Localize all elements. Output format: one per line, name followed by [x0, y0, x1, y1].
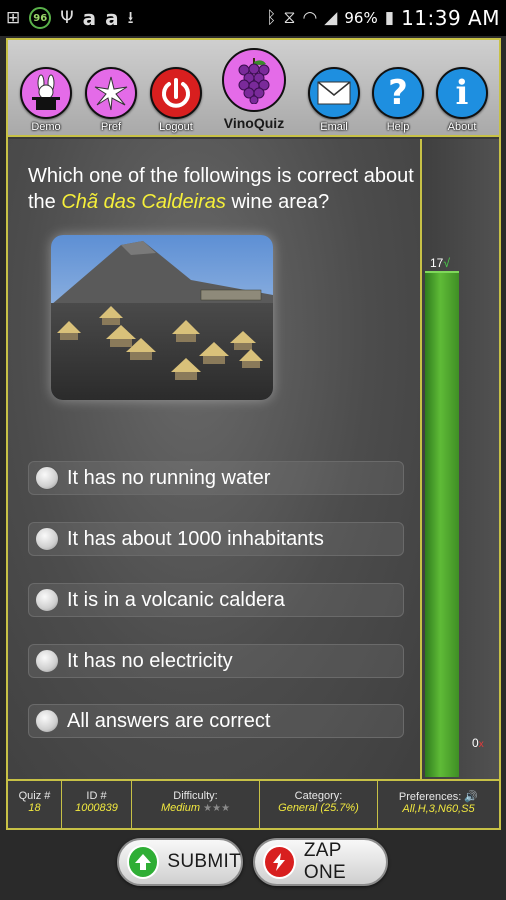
cross-icon: x [478, 739, 484, 750]
correct-count: 17√ [430, 256, 450, 270]
status-left-icons: ⊞ 96 Ψ a a ⭳ [6, 7, 134, 29]
demo-button[interactable]: Demo [14, 67, 78, 133]
question-mark-icon: ? [372, 67, 424, 119]
help-button[interactable]: ? Help [366, 67, 430, 133]
question-suffix: wine area? [225, 191, 330, 213]
email-label: Email [320, 121, 348, 133]
difficulty-cell: Difficulty: Medium ★★★ [132, 781, 260, 828]
status-right-icons: ᛒ ⧖ ◠ ◢ 96% ▮ 11:39 AM [266, 6, 500, 30]
score-column: 17√ 0x [420, 139, 499, 779]
difficulty-value: Medium ★★★ [160, 802, 231, 814]
email-button[interactable]: Email [302, 67, 366, 133]
question-id-label: ID # [86, 790, 107, 802]
quiz-number-cell: Quiz # 18 [8, 781, 62, 828]
quiz-number-label: Quiz # [18, 790, 51, 802]
clock: 11:39 AM [401, 6, 500, 30]
question-id-cell: ID # 1000839 [62, 781, 132, 828]
app-frame: Demo Pref Logout VinoQuiz Email ? Help i… [6, 38, 501, 830]
radio-button[interactable] [35, 588, 59, 612]
question-id-value: 1000839 [75, 802, 118, 814]
preferences-label: Preferences: 🔊 [398, 791, 479, 803]
difficulty-label: Difficulty: [173, 790, 218, 802]
correct-progress-bar [425, 271, 459, 777]
answer-option-5[interactable]: All answers are correct [28, 704, 404, 738]
radio-button[interactable] [35, 527, 59, 551]
category-value: General (25.7%) [278, 802, 359, 814]
wrong-count: 0x [472, 736, 484, 750]
quiz-info-bar: Quiz # 18 ID # 1000839 Difficulty: Mediu… [8, 779, 499, 828]
pref-label: Pref [100, 121, 122, 133]
logout-button[interactable]: Logout [144, 67, 208, 133]
signal-icon: ◢ [324, 7, 338, 28]
envelope-icon [308, 67, 360, 119]
app-title: VinoQuiz [223, 115, 285, 131]
about-label: About [447, 121, 477, 133]
battery-percent: 96% [344, 9, 378, 27]
status-bar: ⊞ 96 Ψ a a ⭳ ᛒ ⧖ ◠ ◢ 96% ▮ 11:39 AM [0, 0, 506, 36]
amazon-icon: a [82, 6, 97, 30]
answer-text: It is in a volcanic caldera [67, 588, 285, 611]
question-text: Which one of the followings is correct a… [28, 163, 418, 215]
grapes-icon [222, 48, 286, 112]
answer-option-4[interactable]: It has no electricity [28, 644, 404, 678]
quiz-number-value: 18 [28, 802, 41, 814]
pref-button[interactable]: Pref [79, 67, 143, 133]
info-icon: i [436, 67, 488, 119]
lightning-icon [263, 845, 296, 879]
usb-icon: Ψ [60, 7, 74, 28]
star-burst-icon [85, 67, 137, 119]
check-icon: √ [443, 256, 450, 270]
battery-icon: ▮ [384, 7, 395, 28]
badge-icon: 96 [29, 7, 52, 29]
answer-option-2[interactable]: It has about 1000 inhabitants [28, 522, 404, 556]
answer-option-1[interactable]: It has no running water [28, 461, 404, 495]
answer-text: It has no running water [67, 466, 271, 489]
bluetooth-icon: ᛒ [266, 7, 277, 28]
logout-label: Logout [159, 121, 193, 133]
up-arrow-icon [127, 845, 160, 879]
category-label: Category: [294, 790, 343, 802]
answer-text: All answers are correct [67, 709, 271, 732]
radio-button[interactable] [35, 709, 59, 733]
bunny-hat-icon [20, 67, 72, 119]
top-toolbar: Demo Pref Logout VinoQuiz Email ? Help i… [8, 40, 499, 137]
help-label: Help [386, 121, 410, 133]
difficulty-stars-icon: ★★★ [203, 803, 231, 814]
answer-text: It has about 1000 inhabitants [67, 527, 324, 550]
vinoquiz-home-button[interactable]: VinoQuiz [219, 48, 289, 131]
amazon-icon: a [105, 6, 119, 30]
question-panel: Which one of the followings is correct a… [8, 139, 420, 779]
zap-label: ZAP ONE [303, 840, 346, 883]
speaker-icon: 🔊 [464, 791, 479, 803]
demo-label: Demo [31, 121, 61, 133]
power-icon [150, 67, 202, 119]
zap-one-button[interactable]: ZAP ONE [253, 838, 388, 886]
about-button[interactable]: i About [430, 67, 494, 133]
mute-icon: ⧖ [283, 7, 296, 28]
question-photo [51, 235, 273, 400]
preferences-value: All,H,3,N60,S5 [402, 803, 475, 815]
submit-button[interactable]: SUBMIT [117, 838, 243, 886]
wifi-icon: ◠ [302, 7, 318, 28]
radio-button[interactable] [35, 649, 59, 673]
question-highlight: Chã das Caldeiras [61, 191, 226, 213]
add-icon: ⊞ [6, 7, 21, 28]
submit-label: SUBMIT [167, 851, 241, 872]
answer-text: It has no electricity [67, 649, 233, 672]
download-icon: ⭳ [127, 7, 134, 28]
category-cell: Category: General (25.7%) [260, 781, 378, 828]
answer-option-3[interactable]: It is in a volcanic caldera [28, 583, 404, 617]
preferences-cell[interactable]: Preferences: 🔊 All,H,3,N60,S5 [378, 781, 499, 828]
radio-button[interactable] [35, 466, 59, 490]
